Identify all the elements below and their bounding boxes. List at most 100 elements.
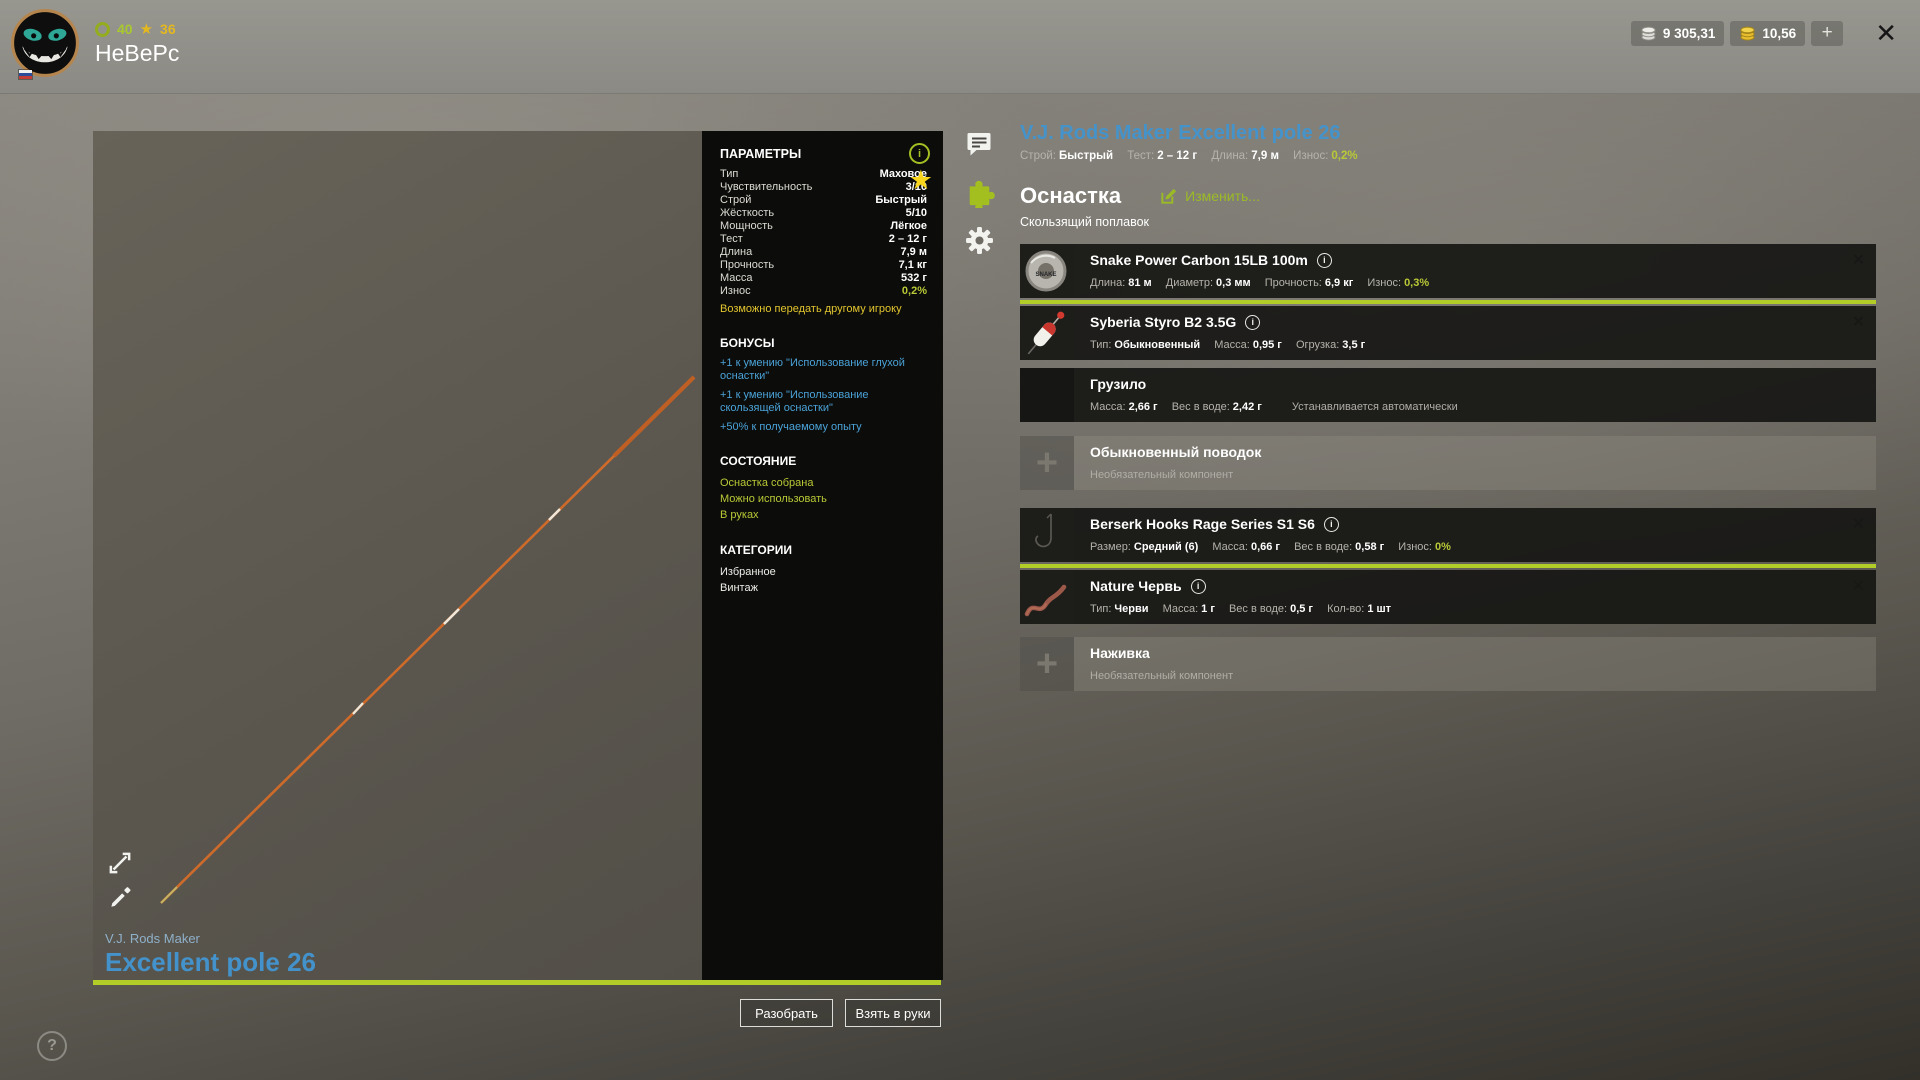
take-in-hands-button[interactable]: Взять в руки bbox=[845, 999, 941, 1027]
component-stats: Размер: Средний (6) Масса: 0,66 г Вес в во… bbox=[1090, 541, 1451, 553]
line-spool-icon: SNAKE bbox=[1020, 244, 1074, 298]
component-row-hook[interactable]: Berserk Hooks Rage Series S1 S6 i Размер… bbox=[1020, 508, 1876, 562]
description-tab-button[interactable] bbox=[965, 130, 999, 163]
player-name: НеВеРс bbox=[95, 40, 180, 66]
component-note: Необязательный компонент bbox=[1090, 469, 1234, 481]
bonus-item: +1 к умению "Использование глухой оснаст… bbox=[720, 357, 905, 382]
add-component-icon: + bbox=[1020, 637, 1074, 691]
edit-appearance-button[interactable] bbox=[106, 883, 134, 911]
state-title: СОСТОЯНИЕ bbox=[720, 454, 797, 468]
remove-component-button[interactable]: ✕ bbox=[1852, 579, 1865, 595]
help-button[interactable]: ? bbox=[37, 1031, 67, 1061]
category-item: Избранное bbox=[720, 566, 776, 578]
silver-balance: 9 305,31 bbox=[1662, 25, 1716, 41]
gold-balance: 10,56 bbox=[1762, 25, 1797, 41]
rod-brand: V.J. Rods Maker bbox=[105, 931, 200, 946]
component-name: Обыкновенный поводок bbox=[1090, 444, 1262, 460]
component-row-sinker[interactable]: Грузило Масса: 2,66 г Вес в воде: 2,42 г У… bbox=[1020, 368, 1876, 422]
expand-icon bbox=[109, 852, 131, 874]
param-row: Мощность Лёгкое bbox=[720, 220, 927, 232]
state-item: Можно использовать bbox=[720, 493, 827, 505]
category-item: Винтаж bbox=[720, 582, 758, 594]
component-name: Nature Червь bbox=[1090, 578, 1182, 594]
top-bar: 40 ★ 36 НеВеРс 9 305,31 10,56 + ✕ bbox=[0, 0, 1920, 94]
puzzle-icon bbox=[969, 180, 995, 211]
component-row-bait-slot[interactable]: + Наживка Необязательный компонент bbox=[1020, 637, 1876, 691]
info-icon[interactable]: i bbox=[1323, 516, 1339, 532]
bonus-item: +1 к умению "Использование скользящей ос… bbox=[720, 389, 869, 414]
inventory-screen: 40 ★ 36 НеВеРс 9 305,31 10,56 + ✕ V.J. R… bbox=[0, 0, 1920, 1080]
component-row-leader[interactable]: + Обыкновенный поводок Необязательный ко… bbox=[1020, 436, 1876, 490]
component-name: Berserk Hooks Rage Series S1 S6 bbox=[1090, 516, 1315, 532]
add-component-icon: + bbox=[1020, 436, 1074, 490]
component-stats: Тип: Черви Масса: 1 г Вес в воде: 0,5 г Кол… bbox=[1090, 603, 1392, 615]
player-level: 40 bbox=[117, 21, 133, 37]
add-funds-button[interactable]: + bbox=[1811, 20, 1844, 46]
bonus-item: +50% к получаемому опыту bbox=[720, 421, 862, 433]
remove-component-button[interactable]: ✕ bbox=[1852, 517, 1865, 533]
component-list: SNAKE Snake Power Carbon 15LB 100m i Дли… bbox=[1020, 244, 1876, 691]
param-row: Износ 0,2% bbox=[720, 285, 927, 297]
param-row: Чувствительность 3/10 bbox=[720, 181, 927, 193]
bonuses-title: БОНУСЫ bbox=[720, 336, 775, 350]
state-item: В руках bbox=[720, 509, 759, 521]
wallet: 9 305,31 10,56 + ✕ bbox=[1630, 20, 1897, 46]
settings-tab-button[interactable] bbox=[965, 226, 999, 260]
component-accent-underline bbox=[1020, 300, 1876, 304]
param-row: Жёсткость 5/10 bbox=[720, 207, 927, 219]
rig-section-title: Оснастка bbox=[1020, 183, 1122, 208]
param-row: Масса 532 г bbox=[720, 272, 927, 284]
transfer-note: Возможно передать другому игроку bbox=[720, 303, 902, 315]
expand-preview-button[interactable] bbox=[106, 849, 134, 877]
level-ring-icon bbox=[95, 21, 110, 37]
component-name: Наживка bbox=[1090, 645, 1150, 661]
gear-icon bbox=[966, 227, 993, 254]
item-preview-panel[interactable]: V.J. Rods Maker Excellent pole 26 bbox=[93, 131, 702, 980]
rank-star-icon: ★ bbox=[139, 21, 154, 38]
svg-text:SNAKE: SNAKE bbox=[1035, 272, 1056, 278]
rig-side-toolbar bbox=[965, 130, 999, 273]
sinker-icon bbox=[1020, 368, 1074, 422]
gold-balance-chip[interactable]: 10,56 bbox=[1730, 20, 1806, 46]
close-button[interactable]: ✕ bbox=[1875, 20, 1897, 46]
rig-panel-stats: Строй: Быстрый Тест: 2 – 12 г Длина: 7,9 м … bbox=[1020, 150, 1358, 162]
component-name: Syberia Styro B2 3.5G bbox=[1090, 314, 1237, 330]
remove-component-button[interactable]: ✕ bbox=[1852, 315, 1865, 331]
item-info-icon[interactable]: i bbox=[909, 143, 930, 164]
component-note: Необязательный компонент bbox=[1090, 670, 1234, 682]
edit-rig-button[interactable]: Изменить... bbox=[1159, 187, 1260, 206]
float-icon bbox=[1020, 306, 1074, 360]
component-stats: Длина: 81 м Диаметр: 0,3 мм Прочность: 6,9 … bbox=[1090, 277, 1430, 289]
edit-square-icon bbox=[1161, 188, 1177, 204]
hook-icon bbox=[1020, 508, 1074, 562]
rod-preview-image bbox=[160, 375, 696, 904]
param-row: Длина 7,9 м bbox=[720, 246, 927, 258]
component-stats: Масса: 2,66 г Вес в воде: 2,42 г Устанавли… bbox=[1090, 401, 1458, 413]
favorite-star-icon[interactable]: ★ bbox=[909, 167, 933, 194]
component-row-bait-worm[interactable]: Nature Червь i Тип: Черви Масса: 1 г Вес в… bbox=[1020, 570, 1876, 624]
info-icon[interactable]: i bbox=[1245, 314, 1261, 330]
state-item: Оснастка собрана bbox=[720, 477, 814, 489]
player-level-row: 40 ★ 36 bbox=[95, 20, 176, 38]
param-row: Прочность 7,1 кг bbox=[720, 259, 927, 271]
component-row-line[interactable]: SNAKE Snake Power Carbon 15LB 100m i Дли… bbox=[1020, 244, 1876, 298]
pencil-icon bbox=[111, 887, 131, 907]
rig-tab-button[interactable] bbox=[965, 176, 999, 213]
parameters-panel: i ★ ПАРАМЕТРЫ Тип Маховое Чувствительност… bbox=[702, 131, 943, 980]
gold-coins-icon bbox=[1740, 26, 1755, 41]
player-avatar[interactable] bbox=[10, 8, 80, 80]
avatar-skull-icon bbox=[11, 9, 79, 77]
silver-balance-chip[interactable]: 9 305,31 bbox=[1630, 20, 1725, 46]
panel-accent-underline bbox=[93, 980, 941, 985]
param-row: Строй Быстрый bbox=[720, 194, 927, 206]
categories-title: КАТЕГОРИИ bbox=[720, 543, 792, 557]
component-row-float[interactable]: Syberia Styro B2 3.5G i Тип: Обыкновенный… bbox=[1020, 306, 1876, 360]
disassemble-button[interactable]: Разобрать bbox=[740, 999, 833, 1027]
component-stats: Тип: Обыкновенный Масса: 0,95 г Огрузка: 3,… bbox=[1090, 339, 1366, 351]
info-icon[interactable]: i bbox=[1190, 578, 1206, 594]
remove-component-button[interactable]: ✕ bbox=[1852, 253, 1865, 269]
russia-flag-icon bbox=[18, 69, 33, 80]
rig-panel-title: V.J. Rods Maker Excellent pole 26 bbox=[1020, 122, 1341, 144]
info-icon[interactable]: i bbox=[1316, 252, 1332, 268]
component-accent-underline bbox=[1020, 564, 1876, 568]
